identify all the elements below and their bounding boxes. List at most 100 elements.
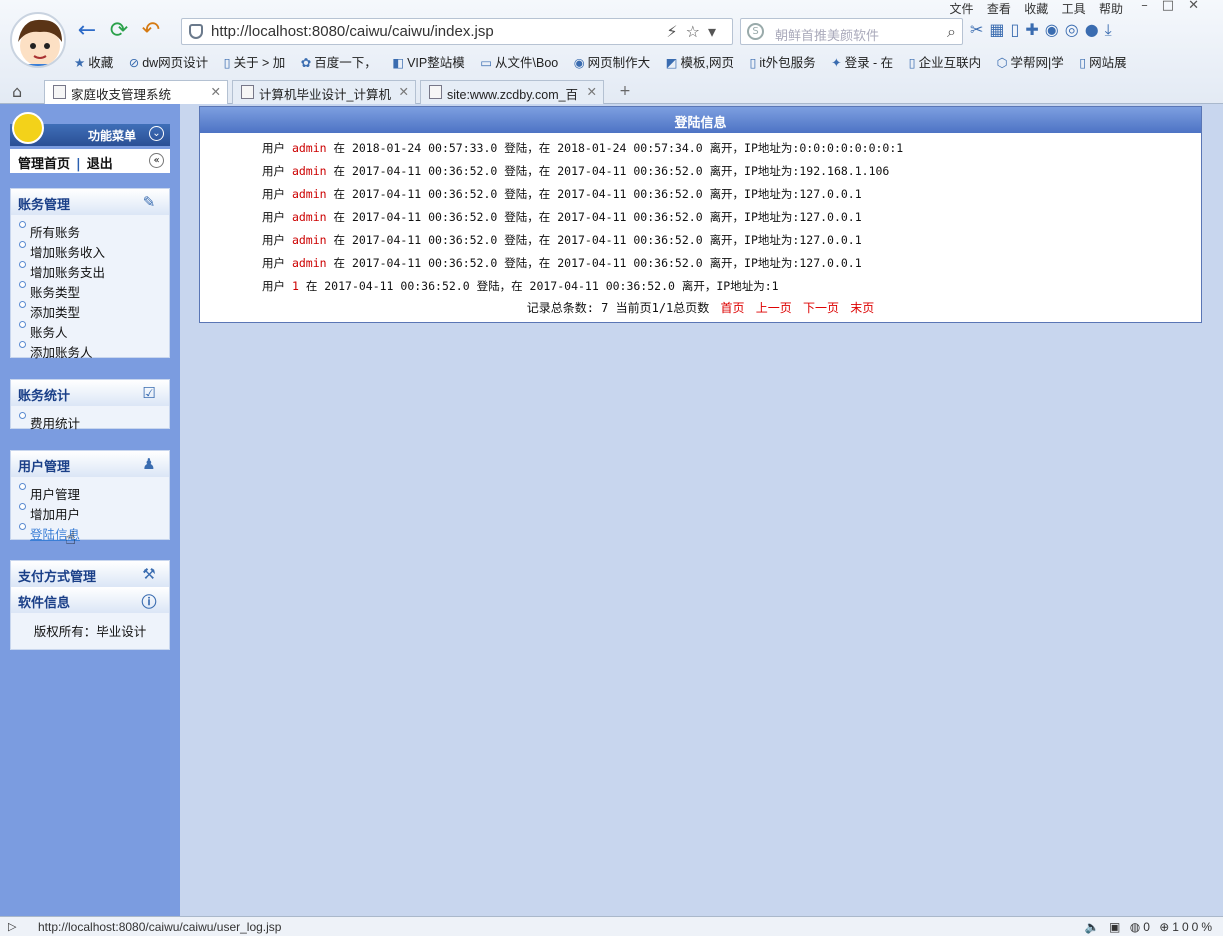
volume-icon[interactable]: 🔈	[1085, 920, 1103, 934]
fav-item[interactable]: ▯ it外包服务	[749, 52, 815, 71]
puzzle-icon[interactable]: ✚	[1025, 20, 1044, 39]
toolbar-icons[interactable]: ✂▦▯✚◉◎●⤓	[970, 20, 1118, 40]
nav-account-persons[interactable]: 账务人	[19, 319, 169, 340]
zoom-level[interactable]: 100%	[1172, 920, 1215, 934]
fav-item[interactable]: ✿ 百度一下，	[301, 52, 377, 71]
panel-account-management: 账务管理 ✎ 所有账务 增加账务收入 增加账务支出 账务类型 添加类型 账务人 添…	[10, 188, 170, 360]
menu-file[interactable]: 文件	[950, 2, 974, 16]
bookmark-icon[interactable]: ▯	[1011, 20, 1026, 39]
address-bar[interactable]: http://localhost:8080/caiwu/caiwu/index.…	[181, 18, 733, 45]
close-tab-icon[interactable]: ✕	[211, 84, 221, 99]
close-tab-icon[interactable]: ✕	[587, 84, 597, 99]
address-actions[interactable]: ⚡☆▾	[666, 22, 724, 41]
counter-icon[interactable]: ◍	[1130, 920, 1143, 934]
maximize-button[interactable]: □	[1162, 0, 1188, 13]
panel-title[interactable]: 账务统计 ☑	[11, 380, 169, 406]
menu-favorites[interactable]: 收藏	[1024, 2, 1048, 16]
pager-first[interactable]: 首页	[721, 301, 745, 315]
refresh-button[interactable]: ⟳	[106, 18, 132, 44]
dropdown-icon[interactable]: ▾	[708, 22, 724, 41]
nav-cost-stats[interactable]: 费用统计	[19, 410, 169, 431]
panel-title[interactable]: 用户管理 ♟	[11, 451, 169, 477]
fav-item[interactable]: ▯ 关于 > 加	[224, 52, 286, 71]
fav-item[interactable]: ★ 收藏	[74, 52, 113, 71]
menu-view[interactable]: 查看	[987, 2, 1011, 16]
zoom-icon[interactable]: ⊕	[1159, 920, 1172, 934]
pager-summary: 记录总条数: 7 当前页1/1总页数	[526, 301, 710, 315]
sidebar: 功能菜单 ⌄ 管理首页 | 退出 « 账务管理 ✎ 所有账务 增加账务收入 增加账务支…	[0, 104, 180, 916]
user-avatar[interactable]	[10, 12, 66, 68]
folder-icon: ▭	[480, 56, 493, 70]
zoom-tool-icon[interactable]: ◎	[1065, 20, 1085, 39]
tab-family-finance[interactable]: 家庭收支管理系统 ✕	[44, 80, 228, 104]
nav-account-types[interactable]: 账务类型	[19, 279, 169, 300]
page-icon: ▯	[908, 56, 916, 70]
paw-icon	[429, 85, 442, 99]
stats-icon: ☑	[142, 384, 156, 402]
panel-account-stats: 账务统计 ☑ 费用统计	[10, 379, 170, 431]
shield-tool-icon[interactable]: ◉	[1045, 20, 1065, 39]
minimize-button[interactable]: –	[1141, 0, 1162, 13]
nav-add-type[interactable]: 添加类型	[19, 299, 169, 320]
undo-button[interactable]: ↶	[138, 18, 164, 44]
fav-item[interactable]: ◧ VIP整站模	[392, 52, 464, 71]
page-icon: ▯	[1079, 56, 1087, 70]
scissors-icon[interactable]: ✂	[970, 20, 989, 39]
menu-help[interactable]: 帮助	[1099, 2, 1123, 16]
logout-link[interactable]: 退出	[87, 157, 113, 172]
new-tab-button[interactable]: +	[612, 83, 638, 101]
fav-item[interactable]: ⊘ dw网页设计	[129, 52, 208, 71]
log-row: 用户 admin 在 2017-04-11 00:36:52.0 登陆，在 20…	[262, 187, 862, 201]
device-icon[interactable]: ▣	[1109, 920, 1123, 934]
home-icon[interactable]: ⌂	[12, 82, 22, 101]
user-icon: ♟	[142, 455, 156, 473]
nav-login-info[interactable]: 登陆信息	[19, 521, 169, 542]
collapse-sidebar-icon[interactable]: «	[149, 153, 164, 168]
software-info-header[interactable]: 软件信息 ⓘ	[11, 587, 169, 613]
fav-item[interactable]: ◩ 模板,网页	[666, 52, 734, 71]
search-placeholder[interactable]: 朝鲜首推美颜软件	[775, 25, 879, 44]
grid-icon[interactable]: ▦	[989, 20, 1010, 39]
fav-item[interactable]: ▯ 企业互联内	[909, 52, 981, 71]
more-icon[interactable]: ●	[1085, 20, 1105, 39]
shield-icon	[189, 24, 203, 39]
star-icon[interactable]: ☆	[686, 22, 708, 41]
fav-item[interactable]: ◉ 网页制作大	[574, 52, 650, 71]
fav-item[interactable]: ⬡ 学帮网|学	[997, 52, 1064, 71]
download-icon[interactable]: ⤓	[1105, 20, 1118, 39]
log-row: 用户 1 在 2017-04-11 00:36:52.0 登陆，在 2017-0…	[262, 279, 779, 293]
search-icon[interactable]: ⌕	[947, 22, 956, 42]
nav-all-accounts[interactable]: 所有账务	[19, 219, 169, 240]
fav-item[interactable]: ▭ 从文件\Boo	[480, 52, 558, 71]
payment-method-header[interactable]: 支付方式管理 ⚒	[11, 561, 169, 587]
back-button[interactable]: ←	[74, 18, 100, 44]
tab-graduation[interactable]: 计算机毕业设计_计算机 ✕	[232, 80, 416, 104]
search-engine-icon[interactable]: S	[747, 23, 764, 40]
address-url[interactable]: http://localhost:8080/caiwu/caiwu/index.…	[211, 23, 494, 40]
close-window-button[interactable]: ✕	[1188, 0, 1213, 13]
nav-add-user[interactable]: 增加用户	[19, 501, 169, 522]
collapse-menu-icon[interactable]: ⌄	[149, 126, 164, 141]
home-link[interactable]: 管理首页	[18, 157, 70, 172]
close-tab-icon[interactable]: ✕	[399, 84, 409, 99]
log-row: 用户 admin 在 2017-04-11 00:36:52.0 登陆，在 20…	[262, 233, 862, 247]
nav-add-income[interactable]: 增加账务收入	[19, 239, 169, 260]
page-icon: ▯	[749, 56, 757, 70]
nav-add-account-person[interactable]: 添加账务人	[19, 339, 169, 360]
search-box[interactable]: S 朝鲜首推美颜软件 ⌕	[740, 18, 963, 45]
fav-item[interactable]: ▯ 网站展	[1079, 52, 1126, 71]
nav-add-expense[interactable]: 增加账务支出	[19, 259, 169, 280]
panel-title[interactable]: 账务管理 ✎	[11, 189, 169, 215]
window-controls[interactable]: –□✕	[1141, 0, 1213, 13]
pager-last[interactable]: 末页	[850, 301, 874, 315]
sidebar-toggle-icon[interactable]: ▷	[8, 920, 16, 933]
globe-icon: ◉	[573, 56, 585, 70]
pager-prev[interactable]: 上一页	[756, 301, 792, 315]
tab-site-search[interactable]: site:www.zcdby.com_百 ✕	[420, 80, 604, 104]
menu-tools[interactable]: 工具	[1062, 2, 1086, 16]
nav-user-management[interactable]: 用户管理	[19, 481, 169, 502]
fav-item[interactable]: ✦ 登录 - 在	[831, 52, 893, 71]
pager-next[interactable]: 下一页	[803, 301, 839, 315]
pager: 记录总条数: 7 当前页1/1总页数 首页 上一页 下一页 末页	[200, 299, 1201, 316]
lightning-icon[interactable]: ⚡	[666, 22, 685, 41]
